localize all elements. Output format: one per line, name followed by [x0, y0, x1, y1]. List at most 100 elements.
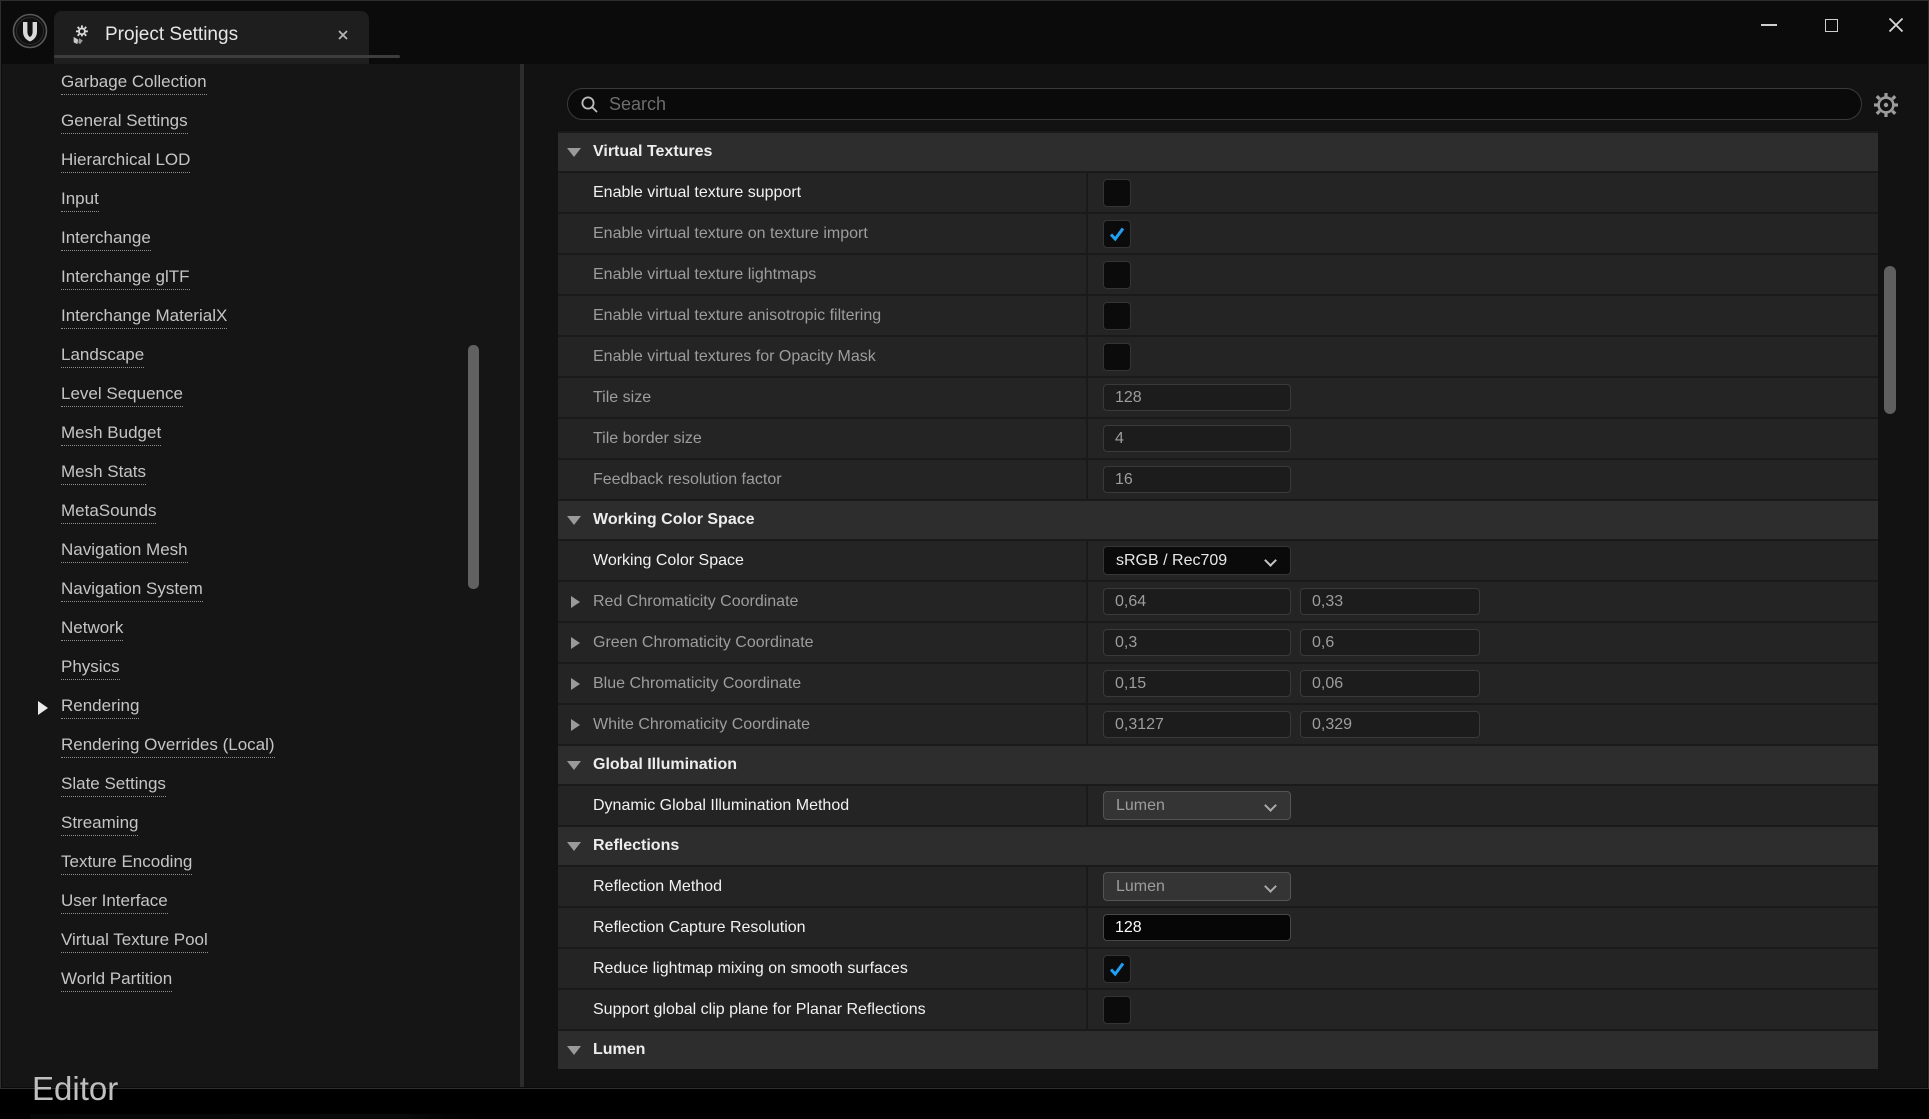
sidebar-item-slate-settings[interactable]: Slate Settings	[2, 766, 462, 805]
value-input[interactable]	[1103, 425, 1291, 452]
sidebar-item-mesh-stats[interactable]: Mesh Stats	[2, 454, 462, 493]
value-input[interactable]	[1103, 914, 1291, 941]
settings-row: Reduce lightmap mixing on smooth surface…	[558, 947, 1878, 988]
sidebar-item-rendering[interactable]: Rendering	[2, 688, 462, 727]
row-label: Blue Chromaticity Coordinate	[593, 674, 802, 692]
sidebar-item-network[interactable]: Network	[2, 610, 462, 649]
row-name-cell: Tile size	[558, 378, 1088, 417]
sidebar-item-metasounds[interactable]: MetaSounds	[2, 493, 462, 532]
sidebar-item-label: Network	[61, 618, 124, 641]
settings-category-sidebar: Garbage Collection General Settings Hierar…	[2, 55, 520, 1119]
section-title: Virtual Textures	[593, 143, 713, 160]
sidebar-item-user-interface[interactable]: User Interface	[2, 883, 462, 922]
sidebar-item-rendering-overrides-local-[interactable]: Rendering Overrides (Local)	[2, 727, 462, 766]
dropdown-select[interactable]: sRGB / Rec709	[1103, 546, 1291, 575]
project-settings-gear-icon	[73, 24, 88, 44]
row-value-cell	[1088, 949, 1878, 988]
search-input[interactable]	[609, 93, 1849, 115]
settings-row: Tile size	[558, 376, 1878, 417]
sidebar-item-label: User Interface	[61, 891, 168, 914]
checkbox-unchecked[interactable]	[1103, 178, 1131, 207]
value-input-x[interactable]	[1103, 711, 1291, 738]
close-button[interactable]	[1874, 6, 1918, 44]
value-input-x[interactable]	[1103, 670, 1291, 697]
row-name-cell: Red Chromaticity Coordinate	[558, 582, 1088, 621]
sidebar-item-input[interactable]: Input	[2, 181, 462, 220]
settings-gear-icon[interactable]	[1873, 92, 1899, 118]
row-value-cell	[1088, 990, 1878, 1029]
sidebar-item-mesh-budget[interactable]: Mesh Budget	[2, 415, 462, 454]
collapse-arrow-icon	[567, 515, 581, 525]
sidebar-item-label: Landscape	[61, 345, 145, 368]
sidebar-item-garbage-collection[interactable]: Garbage Collection	[2, 64, 462, 103]
settings-row: Blue Chromaticity Coordinate	[558, 662, 1878, 703]
expand-arrow-icon[interactable]	[571, 718, 580, 731]
sidebar-item-general-settings[interactable]: General Settings	[2, 103, 462, 142]
row-label: Support global clip plane for Planar Ref…	[593, 1000, 926, 1018]
close-icon	[1888, 17, 1904, 33]
row-value-cell	[1088, 705, 1878, 744]
expand-arrow-icon[interactable]	[571, 636, 580, 649]
collapse-arrow-icon	[567, 841, 581, 851]
dropdown-select[interactable]: Lumen	[1103, 791, 1291, 820]
row-name-cell: White Chromaticity Coordinate	[558, 705, 1088, 744]
row-label: Enable virtual texture anisotropic filte…	[593, 306, 882, 324]
sidebar-item-label: Rendering Overrides (Local)	[61, 735, 275, 758]
collapse-arrow-icon	[567, 1045, 581, 1055]
checkbox-checked[interactable]	[1103, 954, 1131, 983]
value-input-x[interactable]	[1103, 629, 1291, 656]
value-input-y[interactable]	[1300, 588, 1480, 615]
value-input-y[interactable]	[1300, 711, 1480, 738]
value-input-y[interactable]	[1300, 670, 1480, 697]
section-header-virtual-textures[interactable]: Virtual Textures	[558, 131, 1878, 171]
chevron-down-icon	[1264, 554, 1277, 567]
checkbox-checked[interactable]	[1103, 219, 1131, 248]
sidebar-item-landscape[interactable]: Landscape	[2, 337, 462, 376]
dropdown-select[interactable]: Lumen	[1103, 872, 1291, 901]
sidebar-item-texture-encoding[interactable]: Texture Encoding	[2, 844, 462, 883]
expand-arrow-icon[interactable]	[571, 677, 580, 690]
sidebar-item-streaming[interactable]: Streaming	[2, 805, 462, 844]
checkbox-unchecked[interactable]	[1103, 995, 1131, 1024]
minimize-button[interactable]	[1747, 6, 1791, 44]
sidebar-item-interchange[interactable]: Interchange	[2, 220, 462, 259]
row-label: Enable virtual textures for Opacity Mask	[593, 347, 876, 365]
sidebar-item-navigation-system[interactable]: Navigation System	[2, 571, 462, 610]
value-input[interactable]	[1103, 466, 1291, 493]
maximize-button[interactable]	[1809, 6, 1853, 44]
value-input-x[interactable]	[1103, 588, 1291, 615]
row-name-cell: Enable virtual texture on texture import	[558, 214, 1088, 253]
row-name-cell: Feedback resolution factor	[558, 460, 1088, 499]
sidebar-item-interchange-gltf[interactable]: Interchange glTF	[2, 259, 462, 298]
row-value-cell	[1088, 378, 1878, 417]
section-header-global-illumination[interactable]: Global Illumination	[558, 744, 1878, 784]
value-input-y[interactable]	[1300, 629, 1480, 656]
main-scrollbar-thumb[interactable]	[1884, 266, 1896, 414]
expand-arrow-icon[interactable]	[571, 595, 580, 608]
sidebar-item-virtual-texture-pool[interactable]: Virtual Texture Pool	[2, 922, 462, 961]
checkbox-unchecked[interactable]	[1103, 301, 1131, 330]
tab-close-icon[interactable]	[335, 27, 351, 43]
row-value-cell	[1088, 337, 1878, 376]
sidebar-item-navigation-mesh[interactable]: Navigation Mesh	[2, 532, 462, 571]
row-name-cell: Blue Chromaticity Coordinate	[558, 664, 1088, 703]
search-bar[interactable]	[567, 88, 1862, 120]
section-header-lumen[interactable]: Lumen	[558, 1029, 1878, 1069]
checkbox-unchecked[interactable]	[1103, 342, 1131, 371]
checkbox-unchecked[interactable]	[1103, 260, 1131, 289]
sidebar-item-level-sequence[interactable]: Level Sequence	[2, 376, 462, 415]
section-header-working-color-space[interactable]: Working Color Space	[558, 499, 1878, 539]
sidebar-item-hierarchical-lod[interactable]: Hierarchical LOD	[2, 142, 462, 181]
settings-row: Red Chromaticity Coordinate	[558, 580, 1878, 621]
section-title: Reflections	[593, 837, 680, 854]
sidebar-scrollbar-thumb[interactable]	[468, 345, 479, 589]
section-header-reflections[interactable]: Reflections	[558, 825, 1878, 865]
dropdown-value: sRGB / Rec709	[1116, 551, 1228, 569]
sidebar-item-label: Interchange	[61, 228, 151, 251]
check-icon	[1109, 962, 1125, 976]
sidebar-item-interchange-materialx[interactable]: Interchange MaterialX	[2, 298, 462, 337]
row-label: Working Color Space	[593, 551, 744, 569]
sidebar-item-world-partition[interactable]: World Partition	[2, 961, 462, 1000]
sidebar-item-physics[interactable]: Physics	[2, 649, 462, 688]
value-input[interactable]	[1103, 384, 1291, 411]
